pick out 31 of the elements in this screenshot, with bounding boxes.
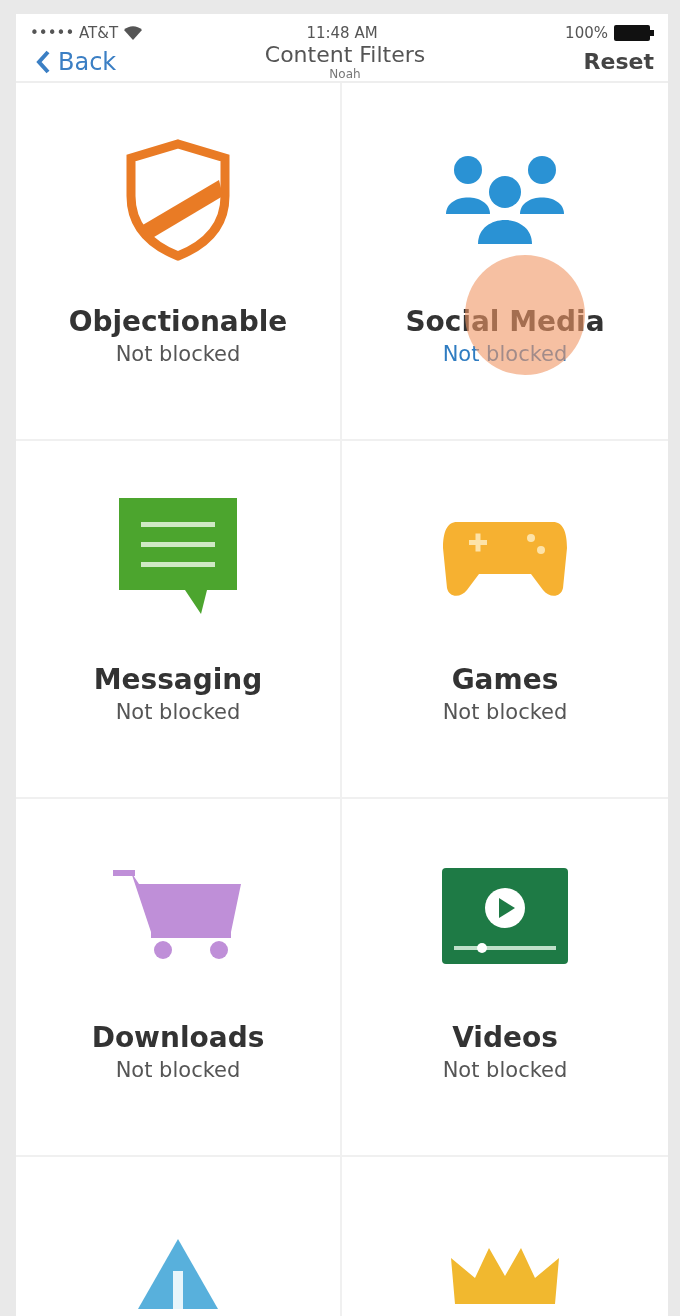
warning-icon xyxy=(138,1239,218,1309)
back-button[interactable]: Back xyxy=(36,47,117,76)
filter-title: Social Media xyxy=(405,305,605,338)
filter-status: Not blocked xyxy=(115,1058,241,1082)
carrier-label: ••••• AT&T xyxy=(30,24,119,42)
wifi-icon xyxy=(124,26,143,40)
video-icon xyxy=(442,868,568,964)
cart-icon xyxy=(113,870,243,962)
chevron-left-icon xyxy=(36,49,50,74)
battery-icon xyxy=(614,25,654,41)
nav-subtitle: Noah xyxy=(329,67,361,81)
nav-title: Content Filters xyxy=(264,42,426,67)
filter-title: Objectionable xyxy=(68,305,288,338)
filter-title: Messaging xyxy=(93,663,263,696)
filter-tile[interactable]: Messaging Not blocked xyxy=(16,441,342,799)
filter-tile[interactable]: Objectionable Not blocked xyxy=(16,83,342,441)
filter-status: Not blocked xyxy=(442,342,568,366)
reset-button[interactable]: Reset xyxy=(583,49,654,74)
filter-tile[interactable]: Videos Not blocked xyxy=(342,799,668,1157)
filter-tile[interactable]: Games Not blocked xyxy=(342,441,668,799)
filter-title: Downloads xyxy=(91,1021,265,1054)
filter-title: Games xyxy=(451,663,559,696)
filter-title: Videos xyxy=(452,1021,558,1054)
battery-label: 100% xyxy=(565,24,608,42)
filter-status: Not blocked xyxy=(442,700,568,724)
filter-tile[interactable]: Social Media Not blocked xyxy=(342,83,668,441)
filter-status: Not blocked xyxy=(442,1058,568,1082)
filter-tile[interactable]: Downloads Not blocked xyxy=(16,799,342,1157)
filter-status: Not blocked xyxy=(115,700,241,724)
filter-status: Not blocked xyxy=(115,342,241,366)
clock-label: 11:48 AM xyxy=(306,24,378,42)
